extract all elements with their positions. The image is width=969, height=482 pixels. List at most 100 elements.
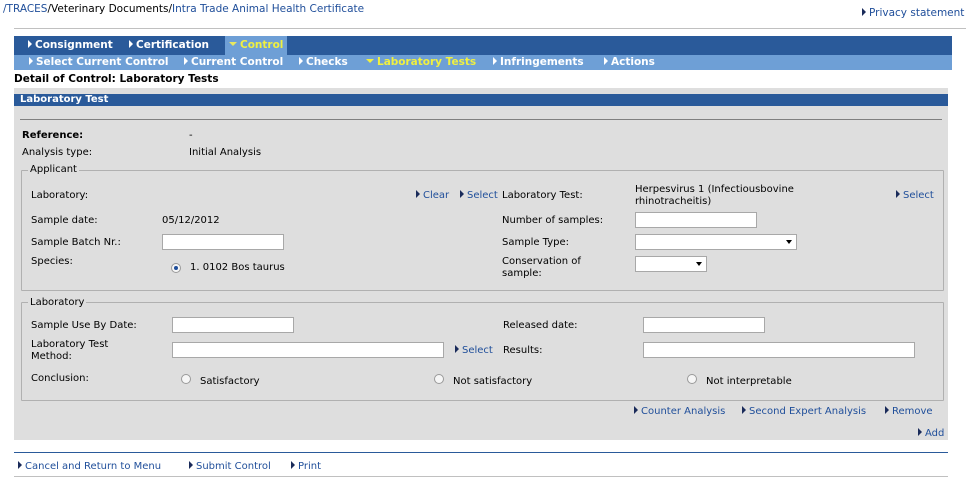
privacy-statement-label[interactable]: Privacy statement [869,7,964,19]
laboratory-label: Laboratory: [31,190,89,201]
results-label: Results: [503,345,543,356]
menu-current-control[interactable]: Current Control [184,55,283,70]
add-link[interactable]: Add [918,428,944,439]
arrow-right-icon [885,406,889,414]
menu-select-current-control[interactable]: Select Current Control [29,55,169,70]
breadcrumb-traces-link[interactable]: /TRACES [3,3,47,15]
arrow-right-icon [18,461,22,469]
menu-actions-label: Actions [611,56,655,68]
footer-divider-top [14,452,948,453]
conclusion-not-satisfactory-label: Not satisfactory [453,376,533,387]
menu-consignment[interactable]: Consignment [28,36,113,55]
analysis-type-value: Initial Analysis [189,147,262,158]
method-label-line2: Method: [31,351,72,362]
sample-type-select[interactable] [635,234,797,250]
select-label[interactable]: Select [903,190,934,201]
species-option-label: 1. 0102 Bos taurus [190,262,285,273]
conclusion-satisfactory-label: Satisfactory [200,376,260,387]
arrow-right-icon [634,406,638,414]
submit-control-label[interactable]: Submit Control [196,461,271,472]
lab-test-select-link[interactable]: Select [896,190,934,201]
print-link[interactable]: Print [291,461,321,472]
menu-control-label: Control [240,39,284,51]
cancel-label[interactable]: Cancel and Return to Menu [25,461,161,472]
remove-label[interactable]: Remove [892,406,933,417]
section-title: Laboratory Test [20,94,109,105]
counter-analysis-link[interactable]: Counter Analysis [634,406,725,417]
menu-certification-label: Certification [136,39,210,51]
section-divider [20,119,942,120]
num-samples-input[interactable] [635,212,757,228]
select-label[interactable]: Select [462,345,493,356]
second-expert-analysis-label[interactable]: Second Expert Analysis [749,406,866,417]
conclusion-not-interpretable-label: Not interpretable [706,376,792,387]
arrow-right-icon [129,40,133,48]
breadcrumb-section: Veterinary Documents [51,3,169,15]
menu-consignment-label: Consignment [35,39,113,51]
arrow-right-icon [604,57,608,65]
breadcrumb-page-link[interactable]: Intra Trade Animal Health Certificate [172,3,364,15]
conservation-select[interactable] [635,256,707,272]
menu-actions[interactable]: Actions [604,55,655,70]
clear-label[interactable]: Clear [423,190,449,201]
sample-date-value: 05/12/2012 [162,215,220,226]
arrow-right-icon [862,8,866,16]
arrow-right-icon [28,40,32,48]
menu-checks-label: Checks [306,56,348,68]
method-input[interactable] [172,342,444,358]
select-label[interactable]: Select [467,190,498,201]
breadcrumb: /TRACES/Veterinary Documents/Intra Trade… [3,3,364,15]
conclusion-satisfactory-radio[interactable] [181,374,191,384]
menu-certification[interactable]: Certification [129,36,209,55]
conclusion-label: Conclusion: [31,373,89,384]
arrow-right-icon [184,57,188,65]
arrow-right-icon [918,428,922,436]
menu-checks[interactable]: Checks [299,55,348,70]
arrow-right-icon [29,57,33,65]
batch-input[interactable] [162,234,284,250]
remove-link[interactable]: Remove [885,406,933,417]
conservation-label-line1: Conservation of [502,256,581,267]
menu-laboratory-tests[interactable]: Laboratory Tests [366,55,476,70]
applicant-legend: Applicant [28,164,79,175]
submit-control-link[interactable]: Submit Control [189,461,271,472]
arrow-right-icon [299,57,303,65]
menu-control[interactable]: Control [225,36,288,55]
menu-infringements-label: Infringements [500,56,584,68]
primary-menu: Consignment Certification Control [14,36,952,55]
conservation-label-line2: sample: [502,268,542,279]
arrow-down-icon [229,42,237,46]
secondary-menu: Select Current Control Current Control C… [14,55,952,70]
arrow-right-icon [189,461,193,469]
sample-type-label: Sample Type: [502,237,570,248]
cancel-link[interactable]: Cancel and Return to Menu [18,461,161,472]
menu-current-control-label: Current Control [191,56,284,68]
second-expert-analysis-link[interactable]: Second Expert Analysis [742,406,866,417]
released-label: Released date: [503,320,578,331]
method-label-line1: Laboratory Test [31,339,109,350]
menu-infringements[interactable]: Infringements [493,55,584,70]
top-divider [14,28,966,29]
privacy-statement-link[interactable]: Privacy statement [862,7,964,19]
applicant-fieldset [21,170,944,291]
laboratory-select-link[interactable]: Select [460,190,498,201]
lab-test-label: Laboratory Test: [502,190,583,201]
species-radio[interactable] [171,263,181,273]
results-input[interactable] [643,342,915,358]
arrow-right-icon [493,57,497,65]
method-select-link[interactable]: Select [455,345,493,356]
sample-date-label: Sample date: [31,215,98,226]
detail-title: Detail of Control: Laboratory Tests [14,73,219,85]
menu-select-current-control-label: Select Current Control [36,56,169,68]
conclusion-not-satisfactory-radio[interactable] [434,374,444,384]
laboratory-clear-link[interactable]: Clear [416,190,449,201]
num-samples-label: Number of samples: [502,215,604,226]
released-input[interactable] [643,317,765,333]
lab-test-value-line1: Herpesvirus 1 (Infectiousbovine [635,184,794,195]
use-by-input[interactable] [172,317,294,333]
reference-value: - [189,130,193,141]
add-label[interactable]: Add [925,428,944,439]
counter-analysis-label[interactable]: Counter Analysis [641,406,725,417]
conclusion-not-interpretable-radio[interactable] [687,374,697,384]
print-label[interactable]: Print [298,461,321,472]
